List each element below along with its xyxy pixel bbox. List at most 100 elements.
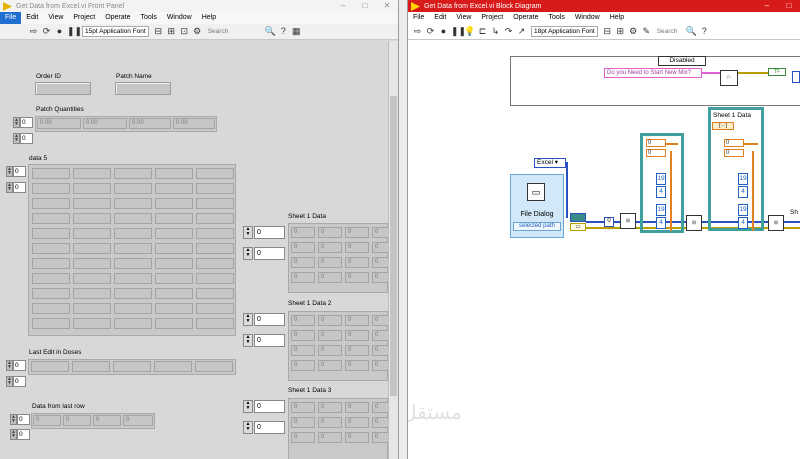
minimize-button[interactable]: – <box>332 0 354 12</box>
sheet1-row-index[interactable]: ▲ ▼ 0 <box>243 226 285 239</box>
menu-edit[interactable]: Edit <box>21 12 43 24</box>
num-const-4[interactable]: 4 <box>738 186 748 198</box>
menu-window[interactable]: Window <box>162 12 197 24</box>
num-const-19[interactable]: 19 <box>738 173 748 185</box>
search-input[interactable]: Search <box>653 26 685 37</box>
menu-view[interactable]: View <box>43 12 68 24</box>
step-into-icon[interactable]: ↳ <box>490 26 501 37</box>
maximize-button[interactable]: □ <box>778 0 800 12</box>
last-edit-index[interactable]: ▲ ▼ 0 <box>6 360 26 371</box>
orange-const[interactable]: 0 <box>724 139 744 147</box>
abort-icon[interactable]: ● <box>54 26 65 37</box>
num-const-19[interactable]: 19 <box>738 204 748 216</box>
distribute-icon[interactable]: ⊞ <box>615 26 626 37</box>
sheet3-col-index[interactable]: ▲ ▼ 0 <box>243 421 285 434</box>
selected-path-output[interactable]: selected path <box>513 222 561 231</box>
property-node[interactable] <box>570 213 586 222</box>
orange-const[interactable]: 0 <box>724 149 744 157</box>
orange-const[interactable]: 0 <box>646 139 666 147</box>
align-icon[interactable]: ⊟ <box>153 26 164 37</box>
run-continuous-icon[interactable]: ⟳ <box>41 26 52 37</box>
cleanup-icon[interactable]: ✎ <box>641 26 652 37</box>
menu-view[interactable]: View <box>451 12 476 24</box>
help-icon[interactable]: ? <box>699 26 710 37</box>
case-structure[interactable] <box>510 56 800 106</box>
menu-help[interactable]: Help <box>605 12 629 24</box>
help-icon[interactable]: ? <box>278 26 289 37</box>
num-const-4[interactable]: 4 <box>738 217 748 229</box>
font-select[interactable]: 15pt Application Font <box>82 26 149 37</box>
menu-file[interactable]: File <box>408 12 429 24</box>
last-edit-index-2[interactable]: ▲ ▼ 0 <box>6 376 26 387</box>
excel-subvi-icon[interactable]: ⊞ <box>620 213 636 229</box>
search-input[interactable]: Search <box>204 26 264 37</box>
menu-window[interactable]: Window <box>570 12 605 24</box>
menu-tools[interactable]: Tools <box>543 12 569 24</box>
num-const-4[interactable]: 4 <box>656 186 666 198</box>
sequence-frame-2[interactable] <box>708 107 764 231</box>
boolean-terminal[interactable]: TF <box>768 68 786 76</box>
prompt-string-constant[interactable]: Do you Need to Start New Mix? <box>604 68 702 78</box>
menu-edit[interactable]: Edit <box>429 12 451 24</box>
read-sheet-subvi-icon[interactable]: ⊞ <box>686 215 702 231</box>
align-icon[interactable]: ⊟ <box>602 26 613 37</box>
data-last-row-index-2[interactable]: ▲ ▼ 0 <box>10 429 30 440</box>
menu-operate[interactable]: Operate <box>508 12 543 24</box>
menu-project[interactable]: Project <box>68 12 100 24</box>
patch-quantities-index-2[interactable]: ▲ ▼ 0 <box>13 133 33 144</box>
path-terminal[interactable]: ▭ <box>570 223 586 231</box>
file-dialog-express-vi[interactable]: ▭ File Dialog selected path <box>510 174 564 238</box>
num-const-19[interactable]: 19 <box>656 204 666 216</box>
labview-icon <box>3 1 12 11</box>
excel-ring-constant[interactable]: Excel ▾ <box>534 158 566 168</box>
menu-tools[interactable]: Tools <box>135 12 161 24</box>
block-diagram-toolbar: ⇨ ⟳ ● ❚❚ 💡 ⊏ ↳ ↷ ↗ 18pt Application Font… <box>408 24 800 40</box>
menu-help[interactable]: Help <box>197 12 221 24</box>
pause-icon[interactable]: ❚❚ <box>451 26 466 37</box>
search-icon[interactable]: 🔍 <box>686 26 697 37</box>
reorder-icon[interactable]: ⚙ <box>192 26 203 37</box>
data5-cell <box>73 228 111 239</box>
reorder-icon[interactable]: ⚙ <box>628 26 639 37</box>
maximize-button[interactable]: □ <box>354 0 376 12</box>
sheet2-data-label: Sheet 1 Data 2 <box>288 300 332 307</box>
menu-file[interactable]: File <box>0 12 22 24</box>
retain-wire-values-icon[interactable]: ⊏ <box>477 26 488 37</box>
data5-cell <box>114 168 152 179</box>
data5-cell <box>155 243 193 254</box>
close-button[interactable]: ✕ <box>376 0 398 12</box>
distribute-icon[interactable]: ⊞ <box>166 26 177 37</box>
run-arrow-icon[interactable]: ⇨ <box>28 26 39 37</box>
run-continuous-icon[interactable]: ⟳ <box>425 26 436 37</box>
scrollbar-thumb[interactable] <box>390 96 397 396</box>
menu-operate[interactable]: Operate <box>100 12 135 24</box>
num-const-19[interactable]: 19 <box>656 173 666 185</box>
search-icon[interactable]: 🔍 <box>265 26 276 37</box>
sheet2-col-index[interactable]: ▲ ▼ 0 <box>243 334 285 347</box>
front-panel-scrollbar[interactable] <box>388 41 398 459</box>
sheet3-row-index[interactable]: ▲ ▼ 0 <box>243 400 285 413</box>
menu-project[interactable]: Project <box>476 12 508 24</box>
highlight-execution-icon[interactable]: 💡 <box>464 26 475 37</box>
run-arrow-icon[interactable]: ⇨ <box>412 26 423 37</box>
data-last-row-index[interactable]: ▲ ▼ 0 <box>10 414 30 425</box>
num-const-4[interactable]: 4 <box>656 217 666 229</box>
dialog-vi-icon[interactable]: ⚐ <box>720 70 738 86</box>
terminal-stub[interactable] <box>792 71 800 83</box>
font-select[interactable]: 18pt Application Font <box>531 26 598 37</box>
orange-const[interactable]: 0 <box>646 149 666 157</box>
abort-icon[interactable]: ● <box>438 26 449 37</box>
patch-quantities-index[interactable]: ▲ ▼ 0 <box>13 117 33 128</box>
minimize-button[interactable]: – <box>756 0 778 12</box>
num-const[interactable]: 0 <box>604 217 614 227</box>
data5-row-index[interactable]: ▲ ▼ 0 <box>6 166 26 177</box>
case-selector[interactable]: Disabled <box>658 56 706 66</box>
step-out-icon[interactable]: ↗ <box>516 26 527 37</box>
sheet2-row-index[interactable]: ▲ ▼ 0 <box>243 313 285 326</box>
step-over-icon[interactable]: ↷ <box>503 26 514 37</box>
data5-col-index[interactable]: ▲ ▼ 0 <box>6 182 26 193</box>
pause-icon[interactable]: ❚❚ <box>67 26 82 37</box>
resize-icon[interactable]: ⊡ <box>179 26 190 37</box>
read-sheet-subvi-icon[interactable]: ⊞ <box>768 215 784 231</box>
sheet1-col-index[interactable]: ▲ ▼ 0 <box>243 247 285 260</box>
